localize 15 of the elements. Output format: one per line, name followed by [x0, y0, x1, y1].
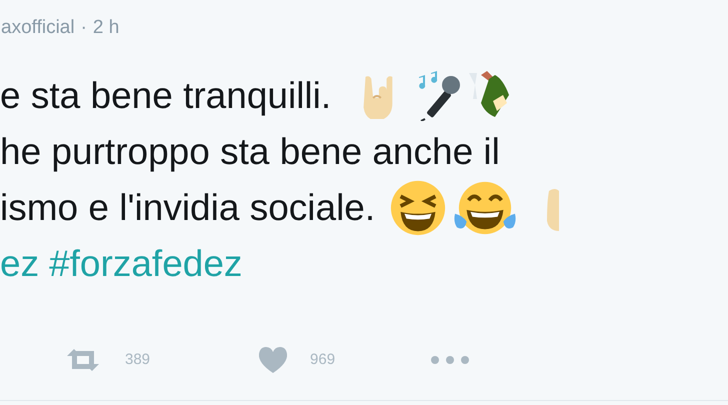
retweet-count: 389 [125, 350, 150, 370]
tears-of-joy-face-icon [453, 179, 518, 237]
timestamp: 2 h [92, 16, 120, 40]
tweet-text: he purtroppo sta bene anche il [0, 130, 500, 174]
hashtag-link[interactable]: ez [0, 242, 40, 286]
tweet-text: ismo e l'invidia sociale. [0, 186, 376, 230]
more-icon[interactable] [430, 355, 470, 365]
heart-icon[interactable] [258, 346, 288, 374]
like-count: 969 [310, 350, 336, 370]
laughing-face-icon [389, 179, 448, 237]
tweet-text: e sta bene tranquilli. [0, 74, 332, 118]
hashtag-link[interactable]: #forzafedez [49, 242, 242, 286]
retweet-icon[interactable] [65, 348, 101, 372]
separator-text: · [80, 16, 87, 40]
handle-text: axofficial [1, 16, 75, 40]
